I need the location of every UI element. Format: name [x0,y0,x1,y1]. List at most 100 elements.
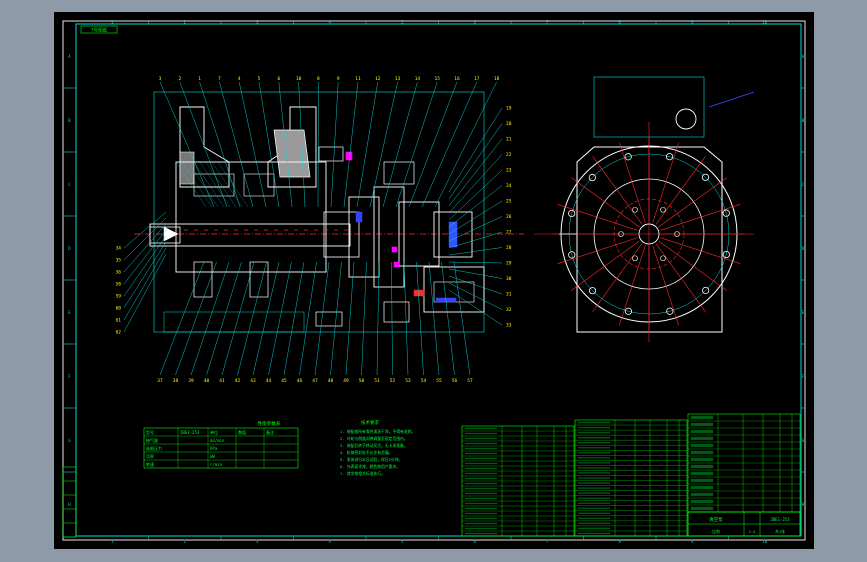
bom-text-mark [577,512,611,514]
bom-text-mark [577,507,611,509]
balloon-left-58: 58 [116,282,122,288]
balloon-right-28: 28 [506,245,512,251]
cad-viewport: 1 1 2 2 3 3 4 4 5 5 6 6 7 7 8 8 9 9 10 10 A A B B C C D D E E F F G G H H 7号… [0,0,867,562]
bom-text-mark [577,527,611,530]
bom-text-mark [464,447,498,450]
lifting-eye [675,108,697,130]
leader-line [448,123,503,200]
leader-line [408,81,458,208]
performance-cell: 备注 [266,429,274,435]
leader-marker [708,91,755,108]
hatched-section [273,129,311,178]
flange-bottom [315,311,343,327]
body-window [193,173,235,197]
leader-line [391,261,393,376]
bom-text-mark [690,506,714,511]
performance-table-title: 性能参数表 [258,420,281,427]
hatch-line [181,161,213,208]
bom-text-mark [577,492,611,494]
drawing-canvas[interactable]: 1 1 2 2 3 3 4 4 5 5 6 6 7 7 8 8 9 9 10 10 A A B B C C D D E E F F G G H H 7号… [54,12,814,549]
bom-text-mark [577,497,611,499]
hatch-line [217,161,249,208]
bom-text-mark [464,517,498,520]
hatch-line [187,161,219,208]
leader-line [448,247,503,256]
leader-line [123,247,167,321]
bom-text-mark [690,499,714,504]
leader-line [283,261,305,376]
balloon-bottom-41: 41 [219,378,225,384]
leader-line [448,154,503,214]
bom-text-mark [577,442,611,444]
leader-line [453,261,471,376]
leader-line [123,217,167,261]
performance-cell: m3/min [210,438,225,443]
zone-letter-right: E [802,310,805,315]
hatch-line [211,161,243,208]
zone-letter-left: G [68,438,71,443]
hub-bolt [660,206,666,213]
note-line: 1. 装配前所有零件清洗干净，不得有毛刺。 [340,429,415,434]
balloon-top-14: 14 [415,76,421,82]
performance-cell: hPa [210,446,218,451]
balloon-right-27: 27 [506,230,512,236]
zone-letter-left: H [68,502,71,507]
outer-frame [62,20,806,541]
port-top [383,161,415,185]
bom-text-mark [690,450,714,455]
bom-text-mark [690,464,714,469]
drawing-tag: 7号图纸 [91,27,108,34]
balloon-bottom-40: 40 [204,378,210,384]
leader-line [123,229,167,285]
balloon-right-24: 24 [506,183,512,189]
flange-top [318,146,344,162]
leader-line [190,261,230,376]
balloon-top-9: 9 [337,76,340,82]
leader-line [428,261,440,376]
hub-bolt [660,255,666,262]
balloon-top-5: 5 [258,76,261,82]
balloon-right-26: 26 [506,214,512,220]
zone-letter-left: A [68,54,71,59]
performance-cell: 单位 [210,429,218,435]
balloon-bottom-51: 51 [374,378,380,384]
balloon-bottom-49: 49 [343,378,349,384]
performance-cell: kW [210,454,215,459]
leader-line [448,268,503,279]
balloon-left-35: 35 [116,258,122,264]
bom-text-mark [577,477,611,479]
balloon-top-11: 11 [355,76,361,82]
balloon-right-20: 20 [506,121,512,127]
bom-text-mark [690,415,714,420]
note-line: 4. 机械密封处不允许有泄漏。 [340,450,392,455]
bom-text-mark [577,452,611,454]
balloon-top-6: 6 [277,76,280,82]
detail-mark [448,221,458,248]
balloon-top-1: 1 [198,76,201,82]
bolt-mark [345,151,353,161]
bom-text-mark [577,447,611,449]
zone-letter-left: D [68,246,71,251]
bom-text-mark [464,467,498,470]
bom-text-mark [577,431,611,434]
bolt-mark [391,246,398,253]
title-drawing-no: 2BE1-253 [770,517,790,522]
detail-mark [355,211,363,223]
balloon-bottom-55: 55 [436,378,442,384]
hub-bolt [632,255,638,262]
bom-text-mark [464,532,498,535]
leader-line [299,261,317,376]
bom-text-mark [577,421,611,424]
balloon-top-18: 18 [494,76,500,82]
balloon-bottom-44: 44 [266,378,272,384]
leader-line [448,138,503,207]
bom-text-mark [464,507,498,510]
leader-line [356,81,379,208]
bolt-mark [393,261,400,268]
leader-line [123,241,167,309]
performance-cell: r/min [210,462,223,467]
note-line: 2. 叶轮与侧盖间隙调整至规定范围内。 [340,436,408,441]
balloon-bottom-53: 53 [405,378,411,384]
bom-text-mark [690,457,714,462]
balloon-bottom-47: 47 [312,378,318,384]
